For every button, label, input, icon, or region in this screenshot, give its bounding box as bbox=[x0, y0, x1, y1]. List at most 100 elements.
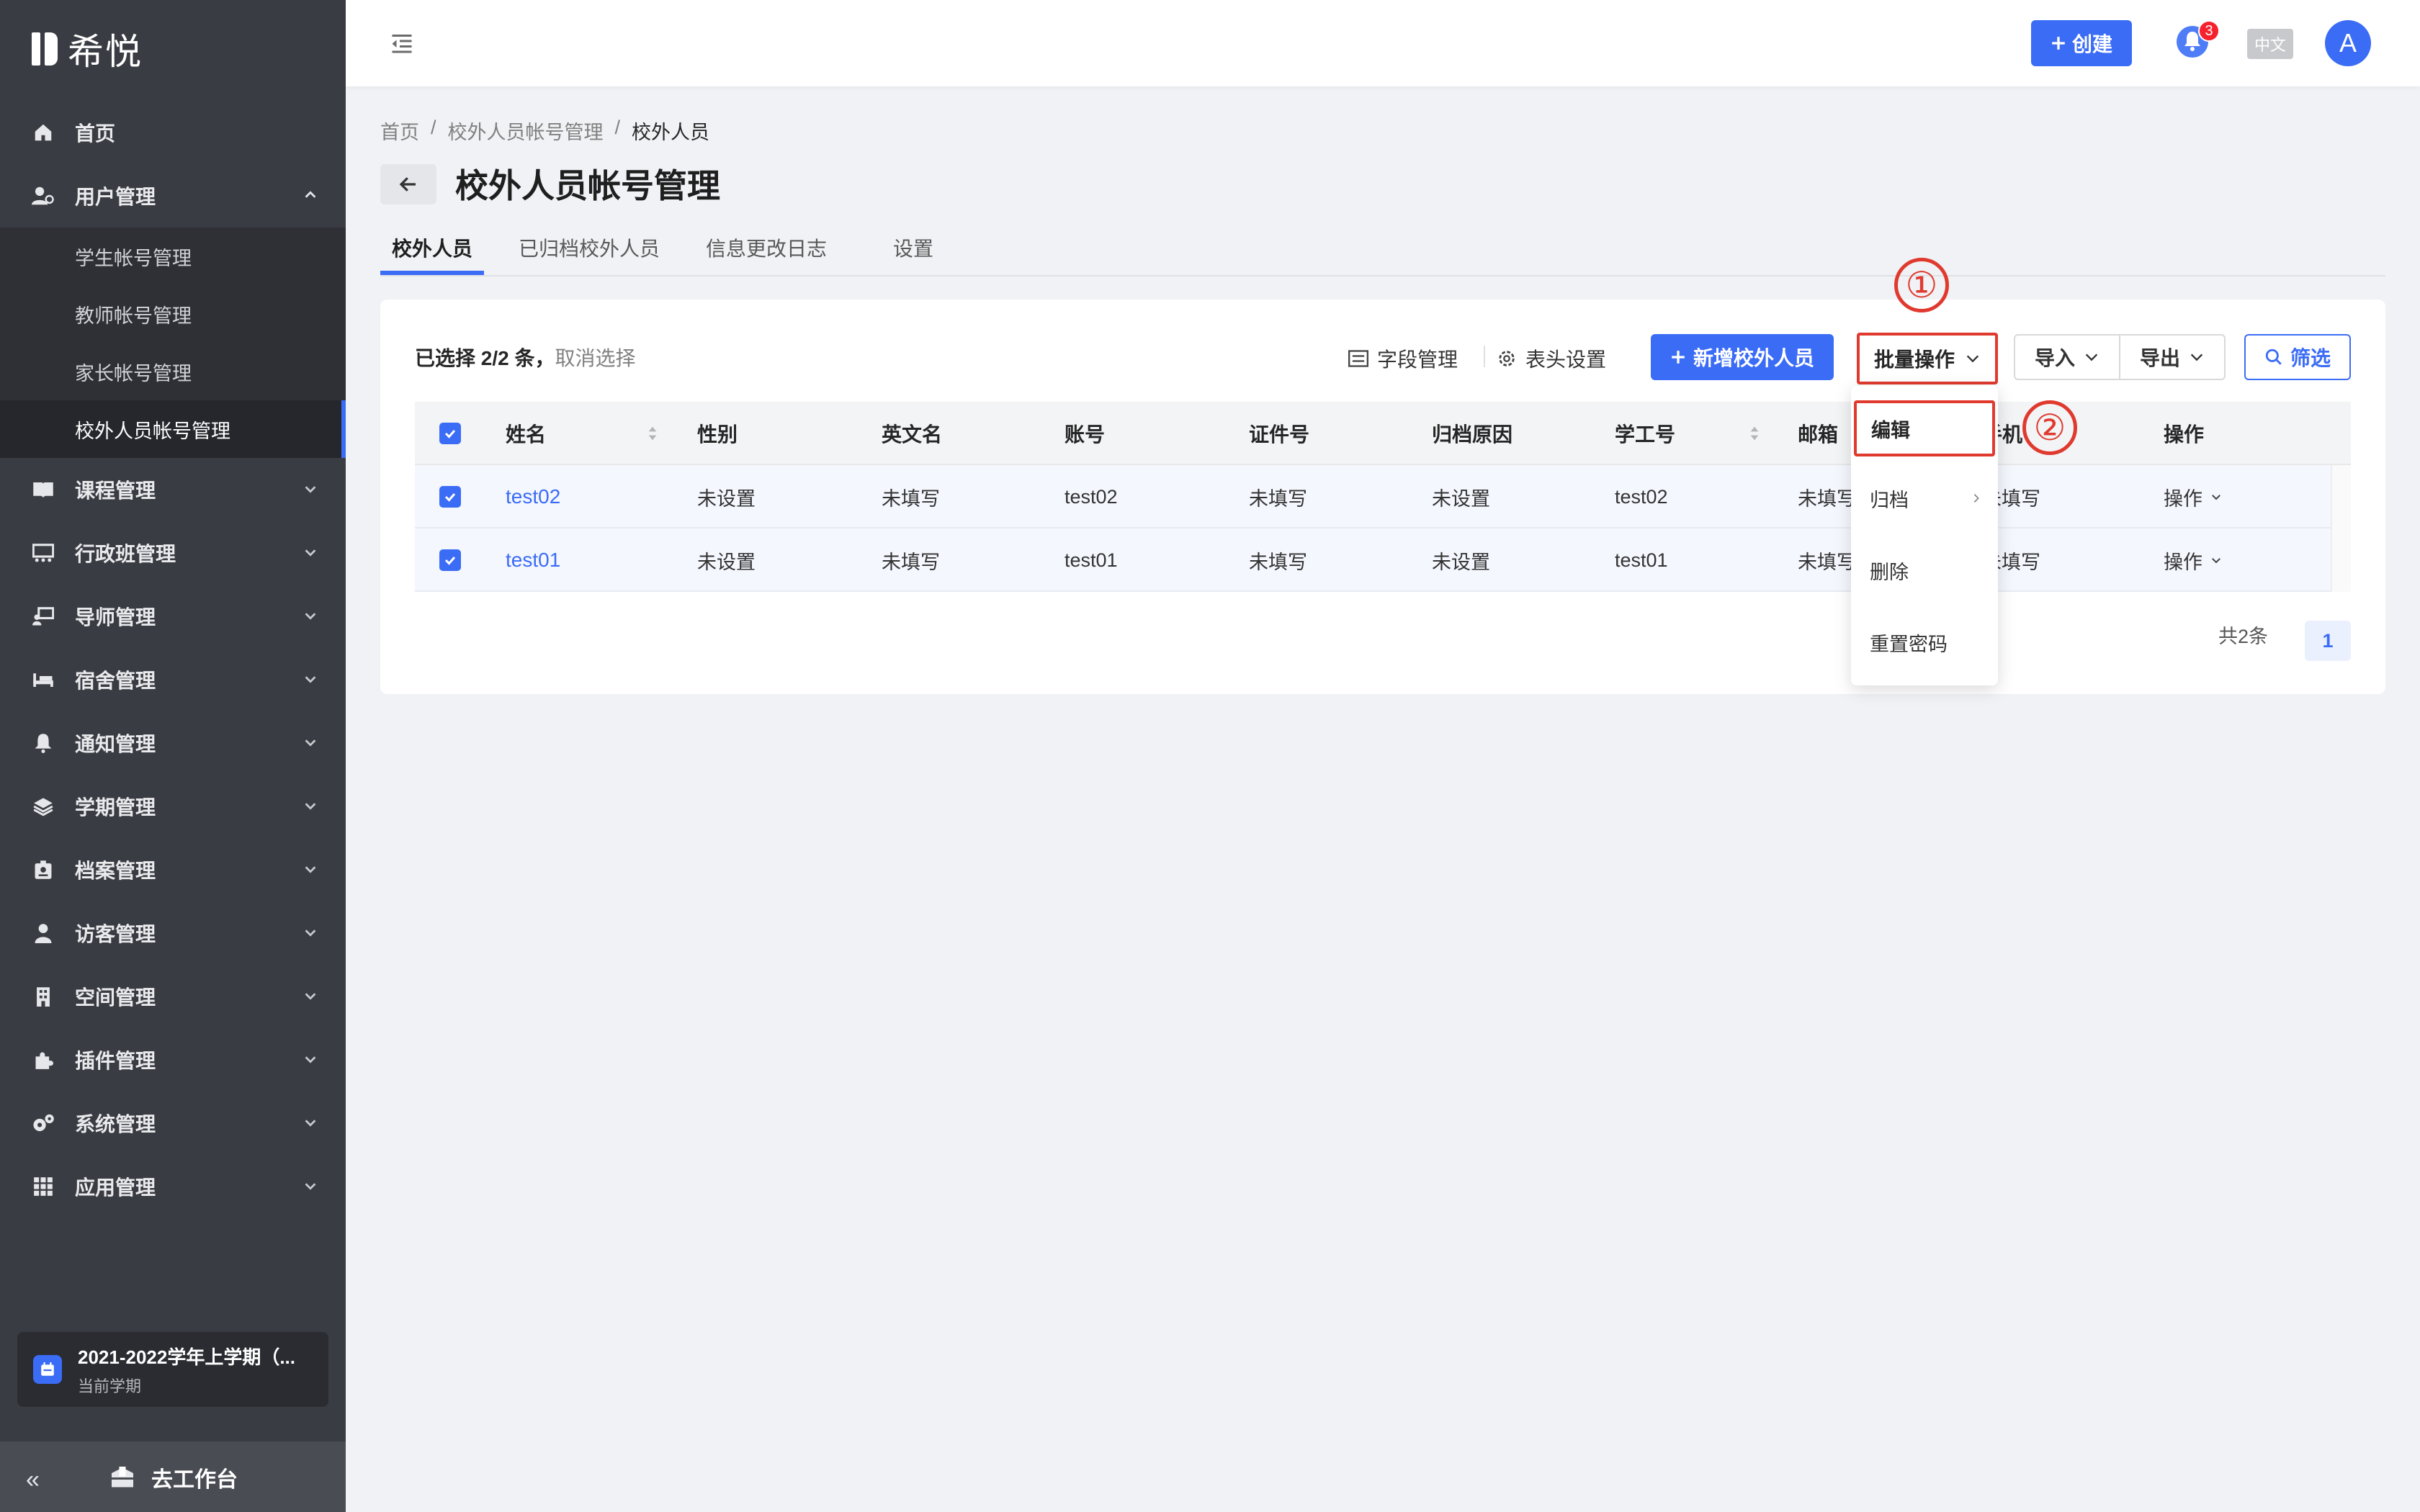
table-scrollbar[interactable] bbox=[2331, 465, 2351, 592]
calendar-icon bbox=[33, 1355, 62, 1384]
create-button[interactable]: 创建 bbox=[2031, 20, 2132, 66]
import-button[interactable]: 导入 bbox=[2015, 336, 2119, 379]
breadcrumb-external-accounts[interactable]: 校外人员帐号管理 bbox=[448, 117, 604, 145]
sidebar-item-teacher-accounts[interactable]: 教师帐号管理 bbox=[0, 285, 346, 343]
select-all-checkbox[interactable] bbox=[439, 402, 461, 465]
sidebar-item-external-accounts[interactable]: 校外人员帐号管理 bbox=[0, 400, 346, 458]
sidebar-item-label: 通知管理 bbox=[75, 733, 156, 755]
cell-archive-reason: 未设置 bbox=[1432, 487, 1490, 510]
sort-icon[interactable] bbox=[1749, 423, 1760, 444]
sidebar-item-label: 应用管理 bbox=[75, 1176, 156, 1199]
sidebar-item-dorm[interactable]: 宿舍管理 bbox=[0, 648, 346, 711]
chevron-down-icon bbox=[302, 1178, 318, 1194]
clear-selection-link[interactable]: 取消选择 bbox=[555, 347, 635, 369]
tab-settings[interactable]: 设置 bbox=[893, 233, 933, 262]
sidebar-item-home[interactable]: 首页 bbox=[0, 101, 346, 164]
sidebar-item-course[interactable]: 课程管理 bbox=[0, 458, 346, 521]
sidebar-item-space[interactable]: 空间管理 bbox=[0, 965, 346, 1028]
step-marker-2: ② bbox=[2022, 400, 2077, 455]
batch-operation-button[interactable]: 批量操作 bbox=[1857, 333, 1998, 384]
user-avatar[interactable]: A bbox=[2325, 20, 2371, 66]
header-settings-button[interactable]: 表头设置 bbox=[1497, 344, 1606, 373]
export-button[interactable]: 导出 bbox=[2119, 336, 2224, 379]
import-export-group: 导入 导出 bbox=[2014, 334, 2226, 380]
collapse-sidebar-icon[interactable]: « bbox=[26, 1466, 40, 1494]
badge-icon bbox=[32, 858, 55, 881]
checkbox-checked-icon bbox=[439, 423, 461, 444]
column-actions: 操作 bbox=[2164, 423, 2205, 446]
sidebar-item-user-management[interactable]: 用户管理 bbox=[0, 164, 346, 228]
sidebar-item-admin-class[interactable]: 行政班管理 bbox=[0, 521, 346, 585]
sidebar-item-label: 导师管理 bbox=[75, 606, 156, 629]
column-archive-reason: 归档原因 bbox=[1432, 423, 1513, 446]
tab-change-log[interactable]: 信息更改日志 bbox=[706, 233, 827, 262]
book-icon bbox=[32, 478, 55, 501]
pagination-total: 共2条 bbox=[2218, 626, 2269, 647]
row-action-menu[interactable]: 操作 bbox=[2164, 465, 2223, 528]
breadcrumb-home[interactable]: 首页 bbox=[380, 117, 419, 145]
table-row[interactable]: test01 未设置 未填写 test01 未填写 未设置 test01 未填写… bbox=[415, 528, 2351, 592]
dropdown-item-delete[interactable]: 删除 bbox=[1851, 536, 1998, 605]
dropdown-item-edit[interactable]: 编辑 bbox=[1854, 400, 1995, 456]
cell-id-number: 未填写 bbox=[1249, 487, 1307, 510]
column-staff-number: 学工号 bbox=[1615, 423, 1676, 446]
staff-name-link[interactable]: test01 bbox=[506, 528, 560, 592]
sidebar-item-term[interactable]: 学期管理 bbox=[0, 775, 346, 838]
sidebar-item-label: 学期管理 bbox=[75, 796, 156, 819]
row-action-menu[interactable]: 操作 bbox=[2164, 528, 2223, 592]
menu-fold-icon[interactable] bbox=[389, 30, 415, 56]
app-logo[interactable]: 希悦 bbox=[32, 26, 143, 72]
cell-gender: 未设置 bbox=[697, 551, 756, 573]
sidebar-item-label: 插件管理 bbox=[75, 1050, 156, 1072]
sidebar-item-label: 课程管理 bbox=[75, 480, 156, 502]
pagination-page-1[interactable]: 1 bbox=[2305, 621, 2351, 661]
top-header: 创建 3 中文 A bbox=[346, 0, 2420, 86]
chevron-down-icon bbox=[1965, 351, 1981, 366]
dropdown-item-archive[interactable]: 归档 bbox=[1851, 464, 1998, 533]
logo-text: 希悦 bbox=[68, 32, 143, 72]
sidebar-item-apps[interactable]: 应用管理 bbox=[0, 1155, 346, 1218]
current-term-card[interactable]: 2021-2022学年上学期（... 当前学期 bbox=[17, 1332, 328, 1407]
grid-icon bbox=[32, 1175, 55, 1198]
go-workbench-button[interactable]: 去工作台 bbox=[109, 1462, 238, 1493]
staff-name-link[interactable]: test02 bbox=[506, 465, 560, 528]
sidebar-item-mentor[interactable]: 导师管理 bbox=[0, 585, 346, 648]
cell-staff-number: test01 bbox=[1615, 549, 1668, 571]
filter-button[interactable]: 筛选 bbox=[2244, 334, 2351, 380]
sidebar-item-visitor[interactable]: 访客管理 bbox=[0, 901, 346, 965]
toolbar-divider bbox=[1484, 346, 1485, 367]
plus-icon bbox=[2051, 35, 2066, 51]
sort-icon[interactable] bbox=[647, 423, 658, 444]
chevron-right-icon bbox=[1971, 492, 1982, 504]
breadcrumb-separator: / bbox=[431, 117, 436, 138]
dropdown-item-reset-password[interactable]: 重置密码 bbox=[1851, 608, 1998, 677]
sidebar-item-plugin[interactable]: 插件管理 bbox=[0, 1028, 346, 1092]
tab-external-staff[interactable]: 校外人员 bbox=[392, 233, 472, 262]
chevron-down-icon bbox=[2084, 349, 2099, 365]
breadcrumb-current: 校外人员 bbox=[632, 122, 710, 143]
row-checkbox[interactable] bbox=[439, 528, 461, 592]
action-label: 操作 bbox=[2164, 487, 2202, 510]
field-manage-button[interactable]: 字段管理 bbox=[1348, 344, 1458, 373]
sidebar-item-notice[interactable]: 通知管理 bbox=[0, 711, 346, 775]
sidebar-item-archive[interactable]: 档案管理 bbox=[0, 838, 346, 901]
row-checkbox[interactable] bbox=[439, 465, 461, 528]
gears-icon bbox=[32, 1112, 55, 1135]
home-icon bbox=[32, 121, 55, 144]
sidebar-item-student-accounts[interactable]: 学生帐号管理 bbox=[0, 228, 346, 285]
active-tab-indicator bbox=[380, 271, 484, 275]
back-button[interactable] bbox=[380, 164, 436, 204]
checkbox-checked-icon bbox=[439, 549, 461, 571]
language-switch[interactable]: 中文 bbox=[2247, 29, 2293, 59]
sidebar-item-parent-accounts[interactable]: 家长帐号管理 bbox=[0, 343, 346, 400]
chevron-down-icon bbox=[302, 798, 318, 814]
table-row[interactable]: test02 未设置 未填写 test02 未填写 未设置 test02 未填写… bbox=[415, 465, 2351, 528]
sidebar-item-system[interactable]: 系统管理 bbox=[0, 1092, 346, 1155]
user-management-submenu: 学生帐号管理 教师帐号管理 家长帐号管理 校外人员帐号管理 bbox=[0, 228, 346, 458]
chevron-down-icon bbox=[302, 1115, 318, 1130]
tab-archived-external-staff[interactable]: 已归档校外人员 bbox=[519, 233, 660, 262]
filter-label: 筛选 bbox=[2290, 347, 2331, 369]
layers-icon bbox=[32, 795, 55, 818]
add-external-staff-button[interactable]: 新增校外人员 bbox=[1651, 334, 1834, 380]
sidebar-item-label: 系统管理 bbox=[75, 1113, 156, 1135]
